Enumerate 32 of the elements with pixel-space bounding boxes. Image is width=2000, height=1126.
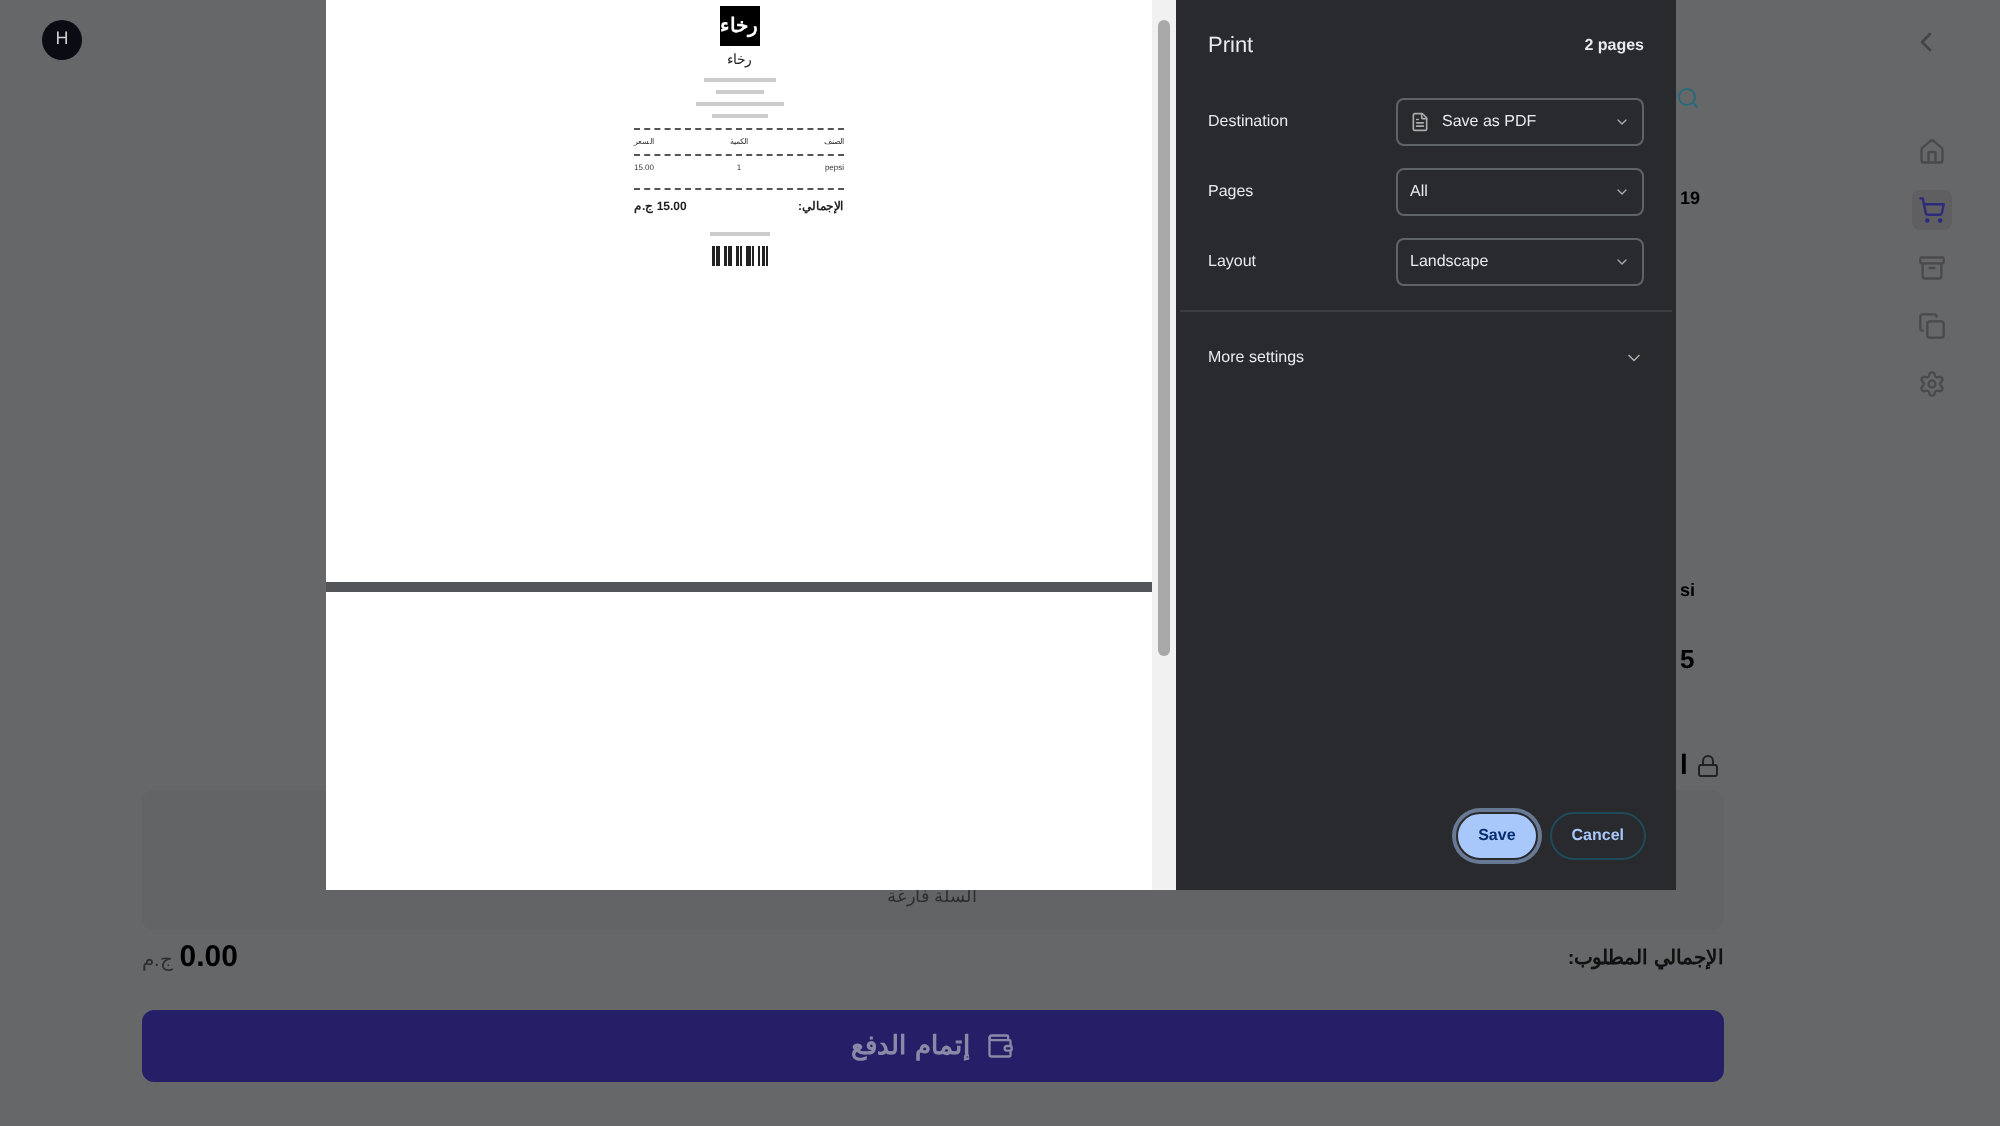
field-label: Layout — [1208, 250, 1259, 274]
lock-icon — [1695, 753, 1720, 777]
total-label: الإجمالي المطلوب: — [1567, 945, 1724, 974]
dropdown[interactable]: Landscape — [1396, 238, 1644, 286]
cancel-button[interactable]: Cancel — [1549, 812, 1646, 860]
more-settings-row[interactable]: More settings — [1176, 311, 1676, 403]
checkout-button[interactable]: إتمام الدفع — [142, 1010, 1724, 1082]
logo: رخاء — [719, 6, 759, 46]
dialog-title: Print — [1208, 32, 1254, 62]
caret-icon — [1614, 114, 1630, 130]
caret-icon — [1614, 184, 1630, 200]
total-amount: 0.00 — [179, 938, 238, 978]
partial-text: 5 — [1680, 642, 1695, 678]
partial-text: si — [1680, 578, 1696, 604]
partial-text: l — [1680, 746, 1688, 784]
cart-nav-icon[interactable] — [1912, 190, 1952, 230]
field-label: Destination — [1208, 110, 1291, 134]
barcode-drawing — [711, 245, 767, 265]
blurred-text-drawing — [709, 229, 769, 237]
wallet-icon — [986, 1032, 1015, 1060]
currency-label: ج.م — [142, 948, 172, 976]
caret-icon — [1614, 254, 1630, 270]
avatar[interactable]: H — [42, 20, 82, 60]
document-icon — [1410, 112, 1430, 132]
search-icon[interactable] — [1676, 86, 1700, 110]
page-count: 2 pages — [1584, 34, 1644, 59]
save-button[interactable]: Save — [1456, 812, 1538, 860]
dropdown[interactable]: All — [1396, 168, 1644, 216]
partial-text: 19 — [1680, 186, 1701, 212]
dropdown[interactable]: Save as PDF — [1396, 98, 1644, 146]
scrollbar[interactable] — [1152, 0, 1176, 890]
field-label: Pages — [1208, 180, 1256, 204]
